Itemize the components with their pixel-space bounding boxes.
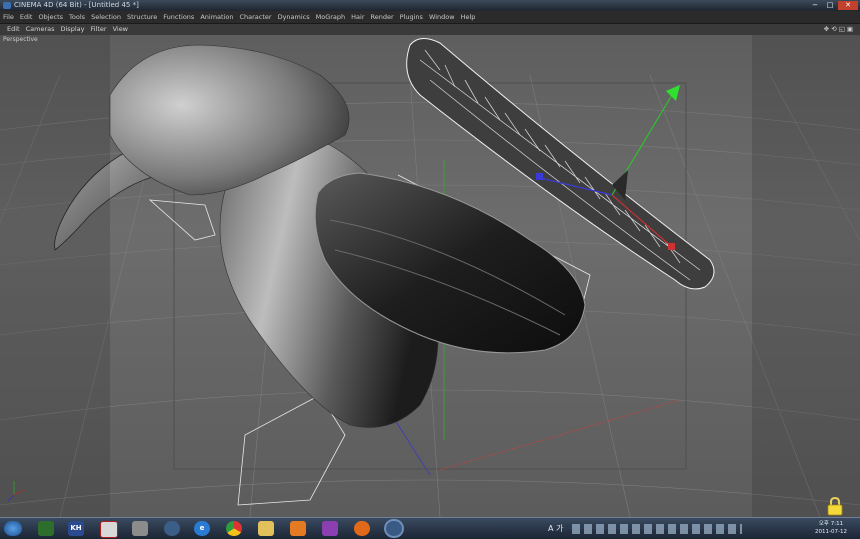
menu-functions[interactable]: Functions <box>160 11 197 23</box>
maximize-button[interactable]: □ <box>823 1 837 10</box>
move-view-icon[interactable]: ✥ <box>823 24 830 35</box>
perspective-viewport[interactable]: Perspective <box>0 35 860 517</box>
document-icon[interactable] <box>132 521 148 536</box>
close-button[interactable]: ✕ <box>838 1 858 10</box>
viewport-label: Perspective <box>3 36 38 43</box>
toggle-view-icon[interactable]: ▣ <box>846 24 854 35</box>
rotate-view-icon[interactable]: ⟲ <box>830 24 837 35</box>
chrome-icon[interactable] <box>226 521 242 536</box>
player-icon[interactable] <box>290 521 306 536</box>
viewport-menu-view[interactable]: View <box>110 24 131 35</box>
viewport-menu-filter[interactable]: Filter <box>87 24 109 35</box>
safe-area-left <box>0 35 110 517</box>
menu-hair[interactable]: Hair <box>348 11 367 23</box>
window-titlebar: CINEMA 4D (64 Bit) - [Untitled 45 *] − □… <box>0 0 860 11</box>
cinema4d-icon[interactable] <box>164 521 180 536</box>
menu-character[interactable]: Character <box>236 11 274 23</box>
safe-area-right <box>752 35 860 517</box>
menu-render[interactable]: Render <box>368 11 397 23</box>
system-clock[interactable]: 오후 7:11 2011-07-12 <box>808 520 854 536</box>
viewport-scene <box>0 38 860 517</box>
menu-structure[interactable]: Structure <box>124 11 160 23</box>
ie-icon[interactable]: e <box>194 521 210 536</box>
viewport-menu-edit[interactable]: Edit <box>4 24 23 35</box>
kh-icon[interactable]: KH <box>68 521 84 536</box>
menu-window[interactable]: Window <box>426 11 458 23</box>
viewport-menu-cameras[interactable]: Cameras <box>23 24 58 35</box>
app-icon[interactable] <box>38 521 54 536</box>
minimize-button[interactable]: − <box>808 1 822 10</box>
menu-objects[interactable]: Objects <box>35 11 66 23</box>
menu-file[interactable]: File <box>0 11 17 23</box>
media-icon[interactable] <box>100 521 118 538</box>
menu-mograph[interactable]: MoGraph <box>313 11 349 23</box>
viewport-menu-display[interactable]: Display <box>58 24 88 35</box>
c4d-active-icon[interactable] <box>386 521 402 536</box>
start-orb-icon[interactable] <box>4 521 22 536</box>
menu-selection[interactable]: Selection <box>88 11 124 23</box>
windows-taskbar: KH e A 가 오후 7:11 2011-07-12 <box>0 517 860 539</box>
window-title: CINEMA 4D (64 Bit) - [Untitled 45 *] <box>14 1 139 9</box>
menu-edit[interactable]: Edit <box>17 11 36 23</box>
main-menubar: File Edit Objects Tools Selection Structure Fu… <box>0 11 860 24</box>
firefox-icon[interactable] <box>354 521 370 536</box>
system-tray[interactable]: A 가 <box>548 521 742 536</box>
lock-icon[interactable] <box>826 496 844 516</box>
zoom-view-icon[interactable]: ◱ <box>838 24 846 35</box>
menu-plugins[interactable]: Plugins <box>397 11 426 23</box>
cinema4d-app-icon <box>3 2 11 9</box>
edit-icon[interactable] <box>322 521 338 536</box>
menu-tools[interactable]: Tools <box>66 11 88 23</box>
menu-dynamics[interactable]: Dynamics <box>275 11 313 23</box>
clock-date: 2011-07-12 <box>815 529 847 535</box>
menu-animation[interactable]: Animation <box>197 11 236 23</box>
clock-time: 오후 7:11 <box>818 521 844 527</box>
folder-icon[interactable] <box>258 521 274 536</box>
tray-icons[interactable] <box>571 523 742 534</box>
ime-indicator[interactable]: A 가 <box>548 524 563 533</box>
menu-help[interactable]: Help <box>458 11 479 23</box>
